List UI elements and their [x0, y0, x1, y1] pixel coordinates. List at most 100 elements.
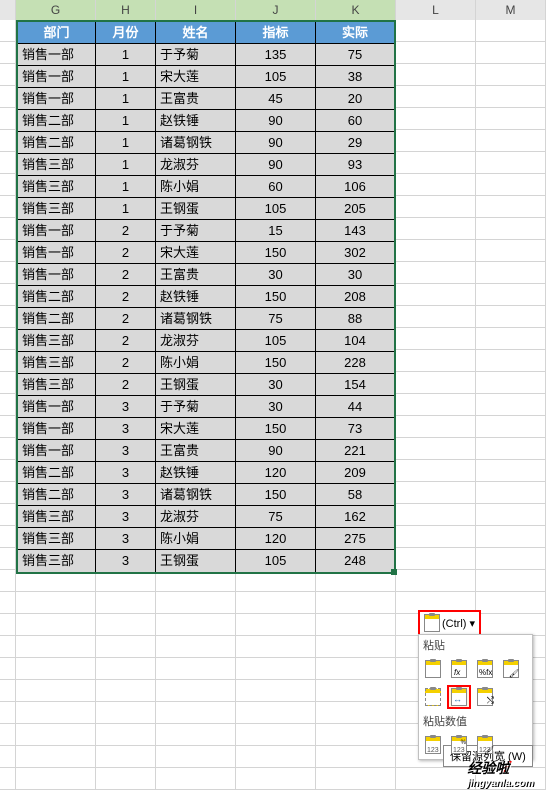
paste-all-icon[interactable] — [421, 657, 445, 681]
cell[interactable]: 105 — [236, 198, 316, 220]
cell[interactable]: 105 — [236, 550, 316, 572]
table-row[interactable]: 销售二部2赵铁锤150208 — [18, 286, 394, 308]
cell[interactable]: 208 — [316, 286, 394, 308]
cell[interactable]: 154 — [316, 374, 394, 396]
cell[interactable]: 销售三部 — [18, 176, 96, 198]
table-row[interactable]: 销售三部1龙淑芬9093 — [18, 154, 394, 176]
cell[interactable]: 销售二部 — [18, 132, 96, 154]
cell[interactable]: 150 — [236, 352, 316, 374]
col-header-M[interactable]: M — [476, 0, 546, 20]
cell[interactable]: 38 — [316, 66, 394, 88]
cell[interactable]: 宋大莲 — [156, 242, 236, 264]
table-row[interactable]: 销售二部1赵铁锤9060 — [18, 110, 394, 132]
cell[interactable]: 106 — [316, 176, 394, 198]
cell[interactable]: 90 — [236, 132, 316, 154]
table-row[interactable]: 销售三部2龙淑芬105104 — [18, 330, 394, 352]
col-header-I[interactable]: I — [156, 0, 236, 20]
table-row[interactable]: 销售一部2王富贵3030 — [18, 264, 394, 286]
cell[interactable]: 销售一部 — [18, 242, 96, 264]
cell[interactable]: 302 — [316, 242, 394, 264]
cell[interactable]: 44 — [316, 396, 394, 418]
table-row[interactable]: 销售三部1王钢蛋105205 — [18, 198, 394, 220]
cell[interactable]: 陈小娟 — [156, 352, 236, 374]
col-header-H[interactable]: H — [96, 0, 156, 20]
cell[interactable]: 209 — [316, 462, 394, 484]
cell[interactable]: 1 — [96, 154, 156, 176]
cell[interactable]: 王富贵 — [156, 88, 236, 110]
cell[interactable]: 93 — [316, 154, 394, 176]
cell[interactable]: 3 — [96, 484, 156, 506]
cell[interactable]: 王富贵 — [156, 440, 236, 462]
cell[interactable]: 销售二部 — [18, 484, 96, 506]
table-row[interactable]: 销售三部3王钢蛋105248 — [18, 550, 394, 572]
cell[interactable]: 73 — [316, 418, 394, 440]
cell[interactable]: 150 — [236, 484, 316, 506]
cell[interactable]: 销售一部 — [18, 440, 96, 462]
cell[interactable]: 销售三部 — [18, 528, 96, 550]
cell[interactable]: 3 — [96, 462, 156, 484]
cell[interactable]: 2 — [96, 264, 156, 286]
cell[interactable]: 104 — [316, 330, 394, 352]
cell[interactable]: 1 — [96, 132, 156, 154]
cell[interactable]: 销售一部 — [18, 66, 96, 88]
paste-keep-formatting-icon[interactable]: 🖌 — [499, 657, 523, 681]
cell[interactable]: 销售三部 — [18, 374, 96, 396]
cell[interactable]: 75 — [236, 506, 316, 528]
cell[interactable]: 于予菊 — [156, 396, 236, 418]
cell[interactable]: 2 — [96, 330, 156, 352]
cell[interactable]: 销售三部 — [18, 506, 96, 528]
cell[interactable]: 1 — [96, 44, 156, 66]
cell[interactable]: 销售二部 — [18, 462, 96, 484]
cell[interactable]: 王富贵 — [156, 264, 236, 286]
cell[interactable]: 150 — [236, 286, 316, 308]
cell[interactable]: 88 — [316, 308, 394, 330]
cell[interactable]: 30 — [236, 374, 316, 396]
cell[interactable]: 60 — [236, 176, 316, 198]
cell[interactable]: 陈小娟 — [156, 176, 236, 198]
cell[interactable]: 2 — [96, 286, 156, 308]
cell[interactable]: 120 — [236, 462, 316, 484]
cell[interactable]: 销售一部 — [18, 88, 96, 110]
cell[interactable]: 90 — [236, 440, 316, 462]
cell[interactable]: 3 — [96, 418, 156, 440]
cell[interactable]: 150 — [236, 418, 316, 440]
cell[interactable]: 45 — [236, 88, 316, 110]
cell[interactable]: 销售一部 — [18, 44, 96, 66]
cell[interactable]: 诸葛钢铁 — [156, 484, 236, 506]
cell[interactable]: 3 — [96, 528, 156, 550]
cell[interactable]: 15 — [236, 220, 316, 242]
cell[interactable]: 90 — [236, 154, 316, 176]
data-selection[interactable]: 部门 月份 姓名 指标 实际 销售一部1于予菊13575销售一部1宋大莲1053… — [16, 20, 396, 574]
cell[interactable]: 销售一部 — [18, 396, 96, 418]
cell[interactable]: 29 — [316, 132, 394, 154]
cell[interactable]: 162 — [316, 506, 394, 528]
cell[interactable]: 销售二部 — [18, 308, 96, 330]
cell[interactable]: 诸葛钢铁 — [156, 132, 236, 154]
cell[interactable]: 1 — [96, 198, 156, 220]
cell[interactable]: 宋大莲 — [156, 66, 236, 88]
cell[interactable]: 30 — [236, 396, 316, 418]
paste-values-icon[interactable]: 123 — [421, 733, 445, 757]
cell[interactable]: 龙淑芬 — [156, 330, 236, 352]
paste-keep-column-width-icon[interactable]: ↔ — [447, 685, 471, 709]
col-header-G[interactable]: G — [16, 0, 96, 20]
cell[interactable]: 王钢蛋 — [156, 374, 236, 396]
cell[interactable]: 2 — [96, 374, 156, 396]
cell[interactable]: 1 — [96, 110, 156, 132]
cell[interactable]: 销售三部 — [18, 154, 96, 176]
cell[interactable]: 销售三部 — [18, 198, 96, 220]
table-row[interactable]: 销售三部2陈小娟150228 — [18, 352, 394, 374]
table-row[interactable]: 销售二部3赵铁锤120209 — [18, 462, 394, 484]
cell[interactable]: 赵铁锤 — [156, 286, 236, 308]
cell[interactable]: 248 — [316, 550, 394, 572]
table-row[interactable]: 销售三部3陈小娟120275 — [18, 528, 394, 550]
cell[interactable]: 销售一部 — [18, 418, 96, 440]
cell[interactable]: 销售三部 — [18, 330, 96, 352]
cell[interactable]: 王钢蛋 — [156, 198, 236, 220]
cell[interactable]: 58 — [316, 484, 394, 506]
cell[interactable]: 228 — [316, 352, 394, 374]
table-row[interactable]: 销售二部1诸葛钢铁9029 — [18, 132, 394, 154]
cell[interactable]: 2 — [96, 242, 156, 264]
cell[interactable]: 3 — [96, 506, 156, 528]
table-row[interactable]: 销售二部2诸葛钢铁7588 — [18, 308, 394, 330]
